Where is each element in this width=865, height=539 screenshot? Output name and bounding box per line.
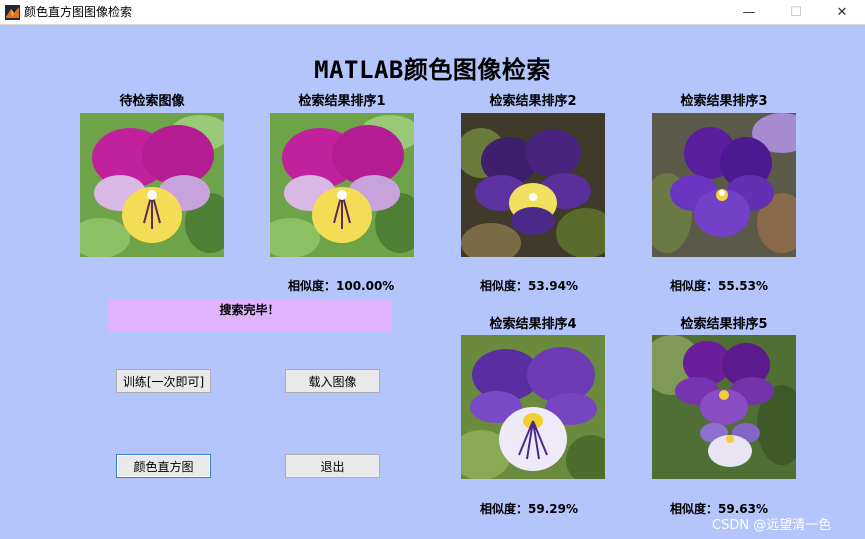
result-1-label: 检索结果排序1 <box>298 94 386 109</box>
result-2-image <box>461 113 605 257</box>
app-window: 颜色直方图图像检索 — ☐ ✕ MATLAB颜色图像检索 待检索图像 检索结果排… <box>0 0 865 539</box>
result-1-image <box>270 113 414 257</box>
csdn-watermark: CSDN @远望清一色 <box>712 518 832 533</box>
result-3-similarity: 相似度：55.53% <box>670 279 768 293</box>
query-image-label: 待检索图像 <box>119 94 185 109</box>
result-3-image <box>652 113 796 257</box>
status-message: 搜索完毕！ <box>108 300 391 332</box>
result-5-label: 检索结果排序5 <box>680 317 768 332</box>
result-3-label: 检索结果排序3 <box>680 94 768 109</box>
query-image <box>80 113 224 257</box>
result-4-image <box>461 335 605 479</box>
result-2-similarity: 相似度：53.94% <box>480 279 578 293</box>
result-2-label: 检索结果排序2 <box>489 94 577 109</box>
maximize-button[interactable]: ☐ <box>773 0 819 25</box>
result-4-label: 检索结果排序4 <box>489 317 577 332</box>
title-bar: 颜色直方图图像检索 — ☐ ✕ <box>0 0 865 25</box>
close-button[interactable]: ✕ <box>819 0 865 25</box>
window-title: 颜色直方图图像检索 <box>24 5 133 19</box>
result-4-similarity: 相似度：59.29% <box>480 502 578 516</box>
result-5-image <box>652 335 796 479</box>
color-histogram-button[interactable]: 颜色直方图 <box>116 454 211 478</box>
train-button[interactable]: 训练[一次即可] <box>116 369 211 393</box>
exit-button[interactable]: 退出 <box>285 454 380 478</box>
result-1-similarity: 相似度：100.00% <box>288 279 395 293</box>
page-title: MATLAB颜色图像检索 <box>314 56 551 84</box>
matlab-logo-icon <box>5 5 20 20</box>
load-image-button[interactable]: 载入图像 <box>285 369 380 393</box>
minimize-button[interactable]: — <box>726 0 772 25</box>
